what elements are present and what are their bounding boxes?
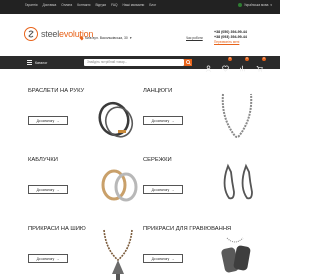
language-selector[interactable]: Українська мова ▾ — [238, 3, 272, 7]
top-bar: Гарантія Доставка Оплата Контакти Відгук… — [0, 0, 280, 14]
topnav-link-warranty[interactable]: Гарантія — [25, 3, 38, 7]
catalog-button-label: До каталогу — [36, 118, 55, 123]
topnav-link-stores[interactable]: Наші магазини — [123, 3, 145, 7]
catalog-button[interactable]: До каталогу → — [143, 254, 183, 263]
catalog-button-label: До каталогу — [151, 118, 170, 123]
catalog-button[interactable]: До каталогу → — [143, 185, 183, 194]
compare-icon — [239, 65, 246, 72]
dog-tags-image — [221, 237, 251, 273]
category-title: ЛАНЦЮГИ — [143, 88, 173, 94]
arrow-right-icon: → — [56, 256, 60, 261]
search-button[interactable] — [184, 59, 192, 66]
category-title: КАБЛУЧКИ — [28, 157, 58, 163]
catalog-menu-label: Каталог — [35, 60, 48, 65]
header: steelevolution Київ вул. Васильківська, … — [0, 22, 280, 52]
main-navbar: Каталог Знайдіть потрібний товар... 0 0 … — [0, 56, 280, 72]
language-label: Українська мова — [244, 3, 269, 7]
category-title: ПРИКРАСИ ДЛЯ ГРАВІЮВАННЯ — [143, 226, 232, 232]
store-address[interactable]: Київ вул. Васильківська, 30 ▾ — [79, 35, 132, 41]
necklace-pendant-image — [103, 229, 133, 280]
address-text: Київ вул. Васильківська, 30 — [85, 36, 128, 40]
catalog-button-label: До каталогу — [36, 187, 55, 192]
topnav-link-blog[interactable]: Блог — [149, 3, 156, 7]
arrow-right-icon: → — [56, 187, 60, 192]
callback-link[interactable]: Перезвоніть мені — [214, 40, 247, 45]
logo-mark-icon — [24, 27, 38, 41]
cart-button[interactable]: 0 — [256, 57, 266, 72]
catalog-button[interactable]: До каталогу → — [28, 185, 68, 194]
search-input[interactable]: Знайдіть потрібний товар... — [84, 59, 184, 66]
compare-count-badge: 0 — [245, 57, 249, 61]
catalog-button-label: До каталогу — [151, 256, 170, 261]
user-icon — [205, 65, 212, 72]
catalog-menu-button[interactable]: Каталог — [24, 56, 80, 69]
topnav-link-faq[interactable]: FAQ — [111, 3, 117, 7]
cart-icon — [256, 66, 263, 72]
language-flag-icon — [238, 3, 243, 7]
account-button[interactable] — [205, 59, 212, 72]
topnav-link-reviews[interactable]: Відгуки — [95, 3, 106, 7]
arrow-right-icon: → — [171, 118, 175, 123]
category-title: БРАСЛЕТИ НА РУКУ — [28, 88, 85, 94]
compare-button[interactable]: 0 — [239, 57, 249, 72]
chevron-down-icon: ▾ — [270, 3, 272, 7]
top-navigation: Гарантія Доставка Оплата Контакти Відгук… — [25, 3, 156, 7]
cart-count-badge: 0 — [262, 57, 266, 61]
arrow-right-icon: → — [56, 118, 60, 123]
catalog-button-label: До каталогу — [151, 187, 170, 192]
phones: +38 (050) 394-99-44 +38 (093) 394-99-44 … — [214, 30, 247, 45]
header-actions: 0 0 0 — [205, 57, 266, 72]
rings-image — [101, 169, 138, 202]
schedule-link[interactable]: Час роботи — [186, 36, 203, 40]
category-title: ПРИКРАСИ НА ШИЮ — [28, 226, 86, 232]
topnav-link-delivery[interactable]: Доставка — [43, 3, 57, 7]
chain-image — [221, 93, 253, 138]
catalog-button-label: До каталогу — [36, 256, 55, 261]
wishlist-button[interactable]: 0 — [222, 57, 232, 72]
catalog-button[interactable]: До каталогу → — [28, 116, 68, 125]
bracelet-image — [98, 101, 134, 138]
arrow-right-icon: → — [171, 187, 175, 192]
heart-icon — [222, 65, 229, 72]
earrings-image — [223, 163, 253, 200]
wishlist-count-badge: 0 — [228, 57, 232, 61]
location-pin-icon — [79, 35, 84, 41]
topnav-link-payment[interactable]: Оплата — [61, 3, 72, 7]
arrow-right-icon: → — [171, 256, 175, 261]
catalog-button[interactable]: До каталогу → — [143, 116, 183, 125]
catalog-button[interactable]: До каталогу → — [28, 254, 68, 263]
search-icon — [185, 60, 191, 65]
menu-icon — [27, 60, 32, 65]
topnav-link-contacts[interactable]: Контакти — [77, 3, 90, 7]
category-title: СЕРЕЖКИ — [143, 157, 172, 163]
chevron-down-icon: ▾ — [129, 36, 132, 40]
